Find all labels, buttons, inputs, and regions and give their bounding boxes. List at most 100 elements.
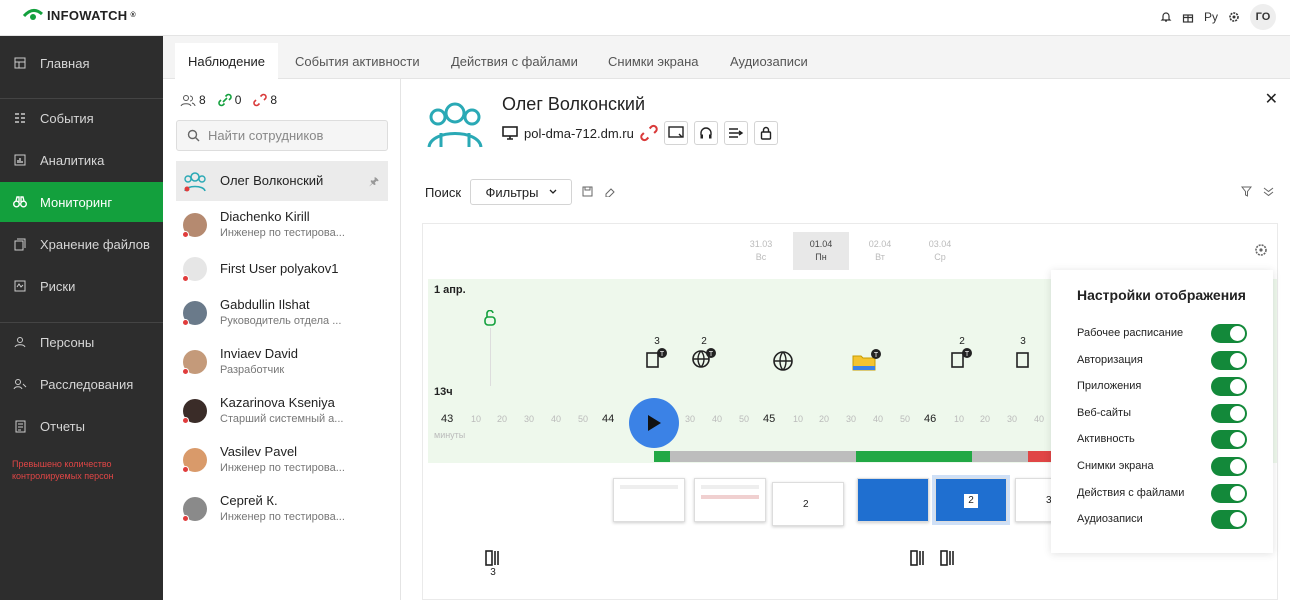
remote-screen-button[interactable] bbox=[663, 121, 688, 145]
employee-list-item[interactable]: Kazarinova Kseniya Старший системный а... bbox=[176, 387, 388, 435]
activity-segment[interactable] bbox=[972, 451, 1028, 462]
sidebar-item-label: Хранение файлов bbox=[40, 236, 150, 252]
unlock-icon[interactable] bbox=[483, 310, 497, 326]
screenshot-thumbnail[interactable]: 2 bbox=[772, 482, 844, 526]
sidebar-item-events[interactable]: События bbox=[0, 98, 163, 138]
sidebar-item-reports[interactable]: Отчеты bbox=[0, 406, 163, 446]
tick-label: 50 bbox=[739, 414, 750, 424]
globe-icon[interactable] bbox=[772, 350, 794, 372]
persons-icon bbox=[14, 337, 26, 348]
tab-activity-events[interactable]: События активности bbox=[282, 43, 433, 79]
employee-list-item[interactable]: First User polyakov1 bbox=[176, 245, 388, 293]
setting-audio: Аудиозаписи bbox=[1077, 507, 1247, 531]
folder-event-icon[interactable]: T bbox=[851, 348, 883, 372]
audio-button[interactable] bbox=[693, 121, 718, 145]
svg-text:T: T bbox=[709, 351, 714, 358]
save-icon[interactable] bbox=[582, 186, 593, 197]
bell-icon[interactable] bbox=[1160, 11, 1172, 23]
date-tab[interactable]: 03.04 Ср bbox=[912, 232, 968, 270]
screenshot-thumbnail[interactable] bbox=[857, 478, 929, 522]
svg-text:T: T bbox=[660, 351, 665, 358]
toggle-switch[interactable] bbox=[1211, 456, 1247, 476]
employee-search-input[interactable] bbox=[208, 128, 378, 143]
employee-list-item[interactable]: Inviaev David Разработчик bbox=[176, 338, 388, 386]
filters-dropdown[interactable]: Фильтры bbox=[470, 179, 572, 205]
tab-screenshots[interactable]: Снимки экрана bbox=[595, 43, 712, 79]
tick-label: 46 bbox=[924, 413, 937, 425]
screenshot-thumbnail[interactable]: 2 bbox=[935, 478, 1007, 522]
employee-search bbox=[176, 120, 388, 151]
app-event[interactable]: 2T bbox=[950, 336, 974, 369]
avatar bbox=[182, 497, 207, 522]
play-button[interactable] bbox=[629, 398, 679, 448]
tab-audio[interactable]: Аудиозаписи bbox=[717, 43, 821, 79]
toggle-switch[interactable] bbox=[1211, 323, 1247, 343]
sidebar-item-home[interactable]: Главная bbox=[0, 43, 163, 83]
file-event[interactable]: 3 bbox=[484, 549, 502, 578]
profile-name: Олег Волконский bbox=[502, 94, 646, 114]
file-archive-icon[interactable] bbox=[909, 549, 927, 567]
sidebar-item-risks[interactable]: Риски bbox=[0, 266, 163, 306]
gear-icon[interactable] bbox=[1228, 11, 1240, 23]
date-tab[interactable]: 01.04 Пн bbox=[793, 232, 849, 270]
app-event[interactable]: 3T bbox=[645, 336, 669, 369]
tick-label: 50 bbox=[578, 414, 589, 424]
tick-label: 10 bbox=[471, 414, 482, 424]
lock-button[interactable] bbox=[753, 121, 778, 145]
infowatch-logo[interactable]: INFOWATCH ® bbox=[22, 6, 136, 24]
employee-role: Старший системный а... bbox=[220, 413, 344, 425]
toggle-switch[interactable] bbox=[1211, 429, 1247, 449]
activity-segment[interactable] bbox=[1028, 451, 1053, 462]
tick-label: 10 bbox=[954, 414, 965, 424]
toggle-switch[interactable] bbox=[1211, 403, 1247, 423]
filter-icon[interactable] bbox=[1241, 186, 1252, 197]
toggle-switch[interactable] bbox=[1211, 376, 1247, 396]
screenshot-thumbnail[interactable] bbox=[613, 478, 685, 522]
file-archive-icon bbox=[485, 550, 499, 566]
app-event[interactable]: 3 bbox=[1015, 336, 1031, 369]
offline-count[interactable]: 8 bbox=[253, 93, 277, 107]
online-count[interactable]: 0 bbox=[217, 93, 241, 107]
file-archive-icon[interactable] bbox=[939, 549, 957, 567]
tab-observation[interactable]: Наблюдение bbox=[175, 43, 279, 79]
collapse-chevrons-icon[interactable] bbox=[1263, 186, 1274, 197]
date-tab[interactable]: 02.04 Вт bbox=[852, 232, 908, 270]
close-icon[interactable]: ✕ bbox=[1265, 89, 1278, 109]
web-event[interactable]: 2T bbox=[691, 336, 717, 369]
investigation-icon bbox=[13, 379, 27, 390]
play-icon bbox=[648, 415, 661, 431]
employee-list-item[interactable]: Gabdullin Ilshat Руководитель отдела ... bbox=[176, 289, 388, 337]
app-file-icon: T bbox=[951, 348, 972, 368]
sidebar-item-label: Отчеты bbox=[40, 418, 85, 434]
timeline-settings-gear-icon[interactable] bbox=[1254, 243, 1268, 257]
pin-icon[interactable]: 🖈 bbox=[369, 173, 379, 192]
gift-icon[interactable] bbox=[1182, 11, 1194, 23]
language-switch[interactable]: Ру bbox=[1204, 10, 1218, 24]
activity-segment[interactable] bbox=[856, 451, 972, 462]
date-tab[interactable]: 31.03 Вс bbox=[733, 232, 789, 270]
lock-icon bbox=[760, 126, 772, 140]
sidebar-item-file-storage[interactable]: Хранение файлов bbox=[0, 224, 163, 264]
sidebar-item-monitoring[interactable]: Мониторинг bbox=[0, 182, 163, 222]
employee-list-item[interactable]: Олег Волконский 🖈 bbox=[176, 161, 388, 201]
eraser-icon[interactable] bbox=[604, 186, 615, 197]
top-bar: INFOWATCH ® Ру ГО bbox=[0, 0, 1290, 36]
activity-segment[interactable] bbox=[670, 451, 856, 462]
toggle-switch[interactable] bbox=[1211, 350, 1247, 370]
employee-role: Инженер по тестирова... bbox=[220, 227, 345, 239]
sidebar-item-persons[interactable]: Персоны bbox=[0, 322, 163, 362]
sidebar-item-analytics[interactable]: Аналитика bbox=[0, 140, 163, 180]
employee-list-item[interactable]: Vasilev Pavel Инженер по тестирова... bbox=[176, 436, 388, 484]
tab-file-actions[interactable]: Действия с файлами bbox=[438, 43, 591, 79]
users-count[interactable]: 8 bbox=[180, 93, 206, 107]
employee-list-item[interactable]: Сергей К. Инженер по тестирова... bbox=[176, 485, 388, 533]
toggle-switch[interactable] bbox=[1211, 483, 1247, 503]
employee-list-item[interactable]: Diachenko Kirill Инженер по тестирова... bbox=[176, 201, 388, 249]
sidebar-item-investigations[interactable]: Расследования bbox=[0, 364, 163, 404]
host-name: pol-dma-712.dm.ru bbox=[524, 125, 634, 141]
transfer-button[interactable] bbox=[723, 121, 748, 145]
screenshot-thumbnail[interactable] bbox=[694, 478, 766, 522]
toggle-switch[interactable] bbox=[1211, 509, 1247, 529]
activity-segment[interactable] bbox=[654, 451, 670, 462]
user-avatar[interactable]: ГО bbox=[1250, 4, 1276, 30]
